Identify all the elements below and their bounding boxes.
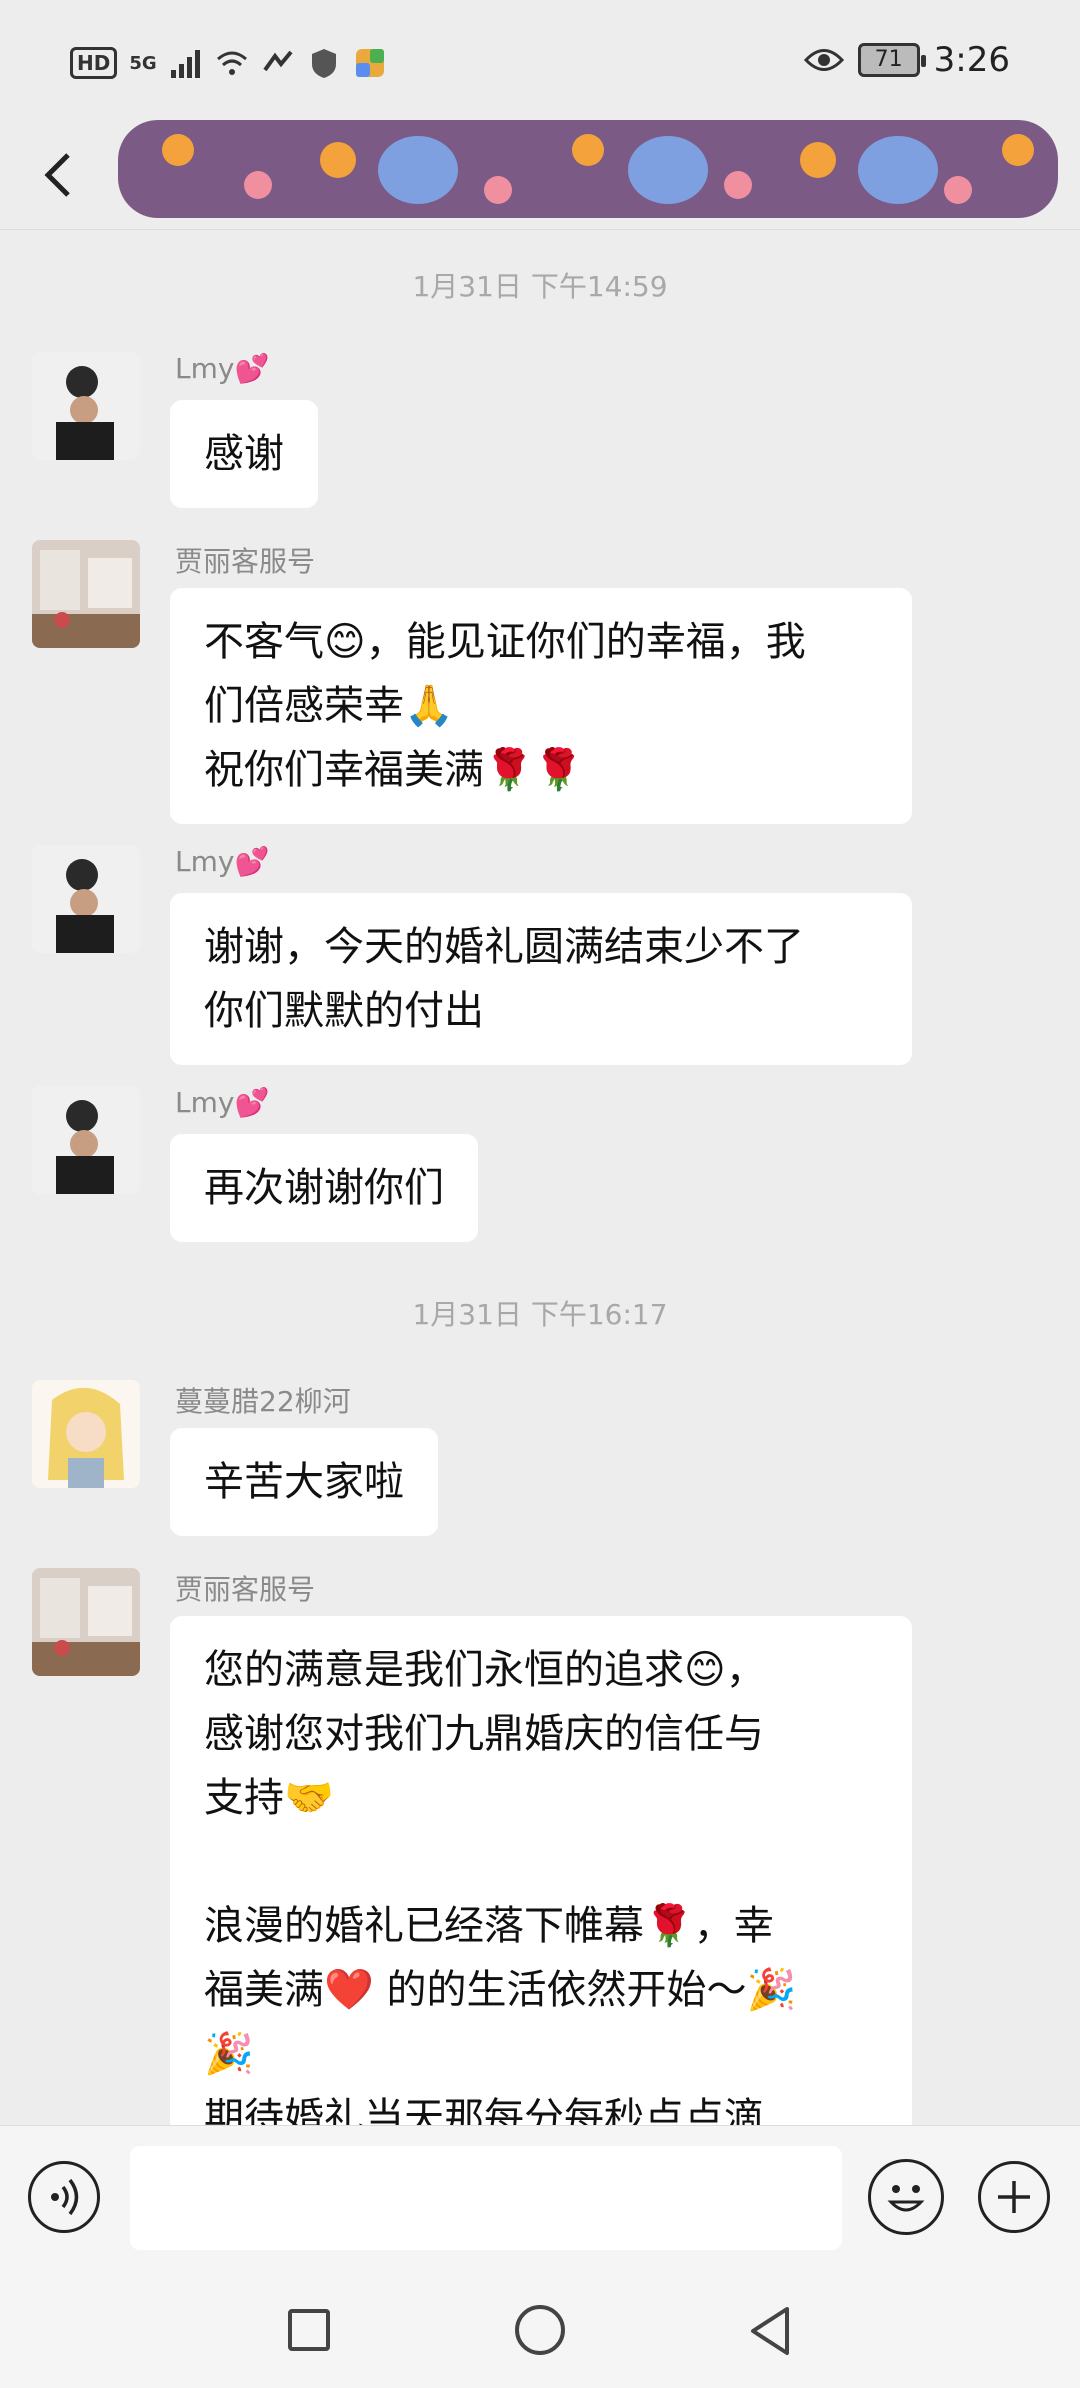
message-text: 谢谢，今天的婚礼圆满结束少不了 你们默默的付出 [204, 924, 804, 1034]
timestamp: 1月31日 下午16:17 [412, 1298, 668, 1331]
emoji-button[interactable] [868, 2159, 944, 2235]
avatar[interactable] [32, 352, 140, 460]
message-bubble[interactable]: 谢谢，今天的婚礼圆满结束少不了 你们默默的付出 [170, 893, 912, 1065]
status-right: 71 3:26 [803, 40, 1010, 80]
sender-name: 贾丽客服号 [175, 1573, 316, 1606]
message-text: 不客气😊，能见证你们的幸福，我 们倍感荣幸🙏 祝你们幸福美满🌹🌹 [204, 619, 806, 793]
battery-indicator: 71 [857, 43, 926, 77]
status-left: HD 5G [70, 46, 387, 80]
avatar[interactable] [32, 1086, 140, 1194]
sender-name: Lmy💕 [175, 845, 270, 878]
more-button[interactable] [978, 2161, 1050, 2233]
message-bubble[interactable]: 您的满意是我们永恒的追求😊， 感谢您对我们九鼎婚庆的信任与 支持🤝 浪漫的婚礼已… [170, 1616, 912, 2125]
title-redaction [118, 120, 1058, 218]
system-nav-bar [0, 2265, 1080, 2388]
shield-icon [311, 49, 336, 78]
avatar[interactable] [32, 1380, 140, 1488]
input-bar [0, 2125, 1080, 2265]
recent-apps-button[interactable] [288, 2309, 330, 2351]
plus-icon [998, 2181, 1030, 2213]
emoji-icon [887, 2185, 925, 2212]
signal-icon [170, 50, 200, 78]
message-input[interactable] [130, 2146, 842, 2250]
message-text: 辛苦大家啦 [204, 1459, 404, 1505]
chat-list[interactable]: 1月31日 下午14:59 Lmy💕 感谢 贾丽客服号 不客气😊，能见证你们的幸… [0, 230, 1080, 2125]
message-bubble[interactable]: 感谢 [170, 400, 318, 508]
chevron-left-icon[interactable] [30, 140, 90, 210]
message-text: 再次谢谢你们 [204, 1165, 444, 1211]
sender-name: Lmy💕 [175, 1086, 270, 1119]
hd-badge: HD [70, 47, 118, 79]
sender-name: 贾丽客服号 [175, 545, 316, 578]
network-label: 5G [129, 52, 157, 74]
timestamp: 1月31日 下午14:59 [412, 270, 668, 303]
voice-icon [51, 2178, 79, 2216]
back-triangle-icon[interactable] [745, 2303, 795, 2359]
eye-icon [803, 49, 844, 71]
home-button[interactable] [515, 2305, 565, 2355]
wifi-icon [216, 51, 247, 75]
sender-name: 蔓蔓腊22柳河 [175, 1385, 351, 1418]
pattern-decoration [162, 134, 1034, 204]
clock: 3:26 [933, 40, 1010, 80]
avatar[interactable] [32, 540, 140, 648]
nfc-icon [263, 50, 293, 72]
message-text: 感谢 [204, 431, 284, 477]
status-bar: HD 5G 71 3:26 [0, 0, 1080, 130]
message-bubble[interactable]: 再次谢谢你们 [170, 1134, 478, 1242]
avatar[interactable] [32, 1568, 140, 1676]
message-bubble[interactable]: 辛苦大家啦 [170, 1428, 438, 1536]
message-text: 您的满意是我们永恒的追求😊， 感谢您对我们九鼎婚庆的信任与 支持🤝 浪漫的婚礼已… [204, 1647, 797, 2125]
app-notification-icon [355, 49, 384, 77]
avatar[interactable] [32, 845, 140, 953]
sender-name: Lmy💕 [175, 352, 270, 385]
voice-button[interactable] [28, 2161, 100, 2233]
chat-header [0, 120, 1080, 230]
message-bubble[interactable]: 不客气😊，能见证你们的幸福，我 们倍感荣幸🙏 祝你们幸福美满🌹🌹 [170, 588, 912, 824]
